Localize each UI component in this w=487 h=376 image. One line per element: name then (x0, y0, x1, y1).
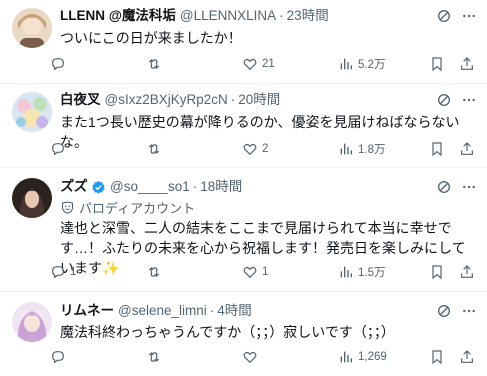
bookmark-button[interactable] (429, 264, 445, 280)
heart-icon (243, 351, 257, 364)
separator-dot: · (209, 303, 215, 318)
share-icon (461, 57, 473, 70)
repost-button[interactable] (146, 349, 242, 365)
post-time[interactable]: 4時間 (217, 301, 252, 321)
separator-dot: · (192, 179, 198, 194)
views-button[interactable]: 5.2万 (338, 56, 434, 72)
separator-dot: · (230, 92, 236, 107)
more-icon[interactable] (460, 179, 477, 196)
reply-icon (52, 351, 64, 364)
view-count: 1.5万 (358, 267, 386, 279)
reply-icon (52, 58, 64, 71)
post-2[interactable]: 白夜叉 @sIxz2BXjKyRp2cN · 20時間 また1つ長い歴史の幕が降… (0, 84, 487, 168)
share-icon (461, 350, 473, 363)
repost-icon (148, 352, 160, 362)
grok-icon[interactable] (435, 303, 452, 320)
like-count: 21 (262, 58, 275, 70)
repost-icon (148, 267, 160, 277)
views-icon (340, 143, 352, 155)
views-icon (340, 351, 352, 363)
like-button[interactable]: 2 (242, 141, 338, 157)
views-button[interactable]: 1.8万 (338, 141, 434, 157)
views-icon (340, 266, 352, 278)
share-button[interactable] (459, 56, 475, 72)
reply-button[interactable] (50, 141, 146, 157)
bookmark-button[interactable] (429, 349, 445, 365)
heart-icon (243, 58, 257, 71)
separator-dot: · (279, 8, 284, 23)
more-icon[interactable] (460, 92, 477, 109)
views-button[interactable]: 1,269 (338, 349, 434, 365)
verified-badge-icon (92, 180, 105, 194)
reply-button[interactable] (50, 349, 146, 365)
post-3[interactable]: ス゚ス゚ @so____so1 · 18時間 パロディアカウント 達也と深雪、二… (0, 168, 487, 292)
repost-button[interactable] (146, 264, 242, 280)
author-handle[interactable]: @LLENNXLINA (180, 6, 276, 26)
share-button[interactable] (459, 349, 475, 365)
views-button[interactable]: 1.5万 (338, 264, 434, 280)
author-name[interactable]: ス゚ス゚ (60, 177, 87, 197)
bookmark-button[interactable] (429, 141, 445, 157)
bookmark-icon (432, 142, 442, 157)
bookmark-icon (432, 57, 442, 72)
heart-icon (243, 143, 257, 156)
grok-icon[interactable] (435, 8, 452, 25)
grok-icon[interactable] (435, 179, 452, 196)
bookmark-icon (432, 350, 442, 365)
avatar[interactable] (12, 92, 52, 132)
repost-icon (148, 144, 160, 154)
theater-mask-icon (60, 200, 75, 215)
bookmark-icon (432, 265, 442, 280)
repost-button[interactable] (146, 56, 242, 72)
repost-button[interactable] (146, 141, 242, 157)
reply-count: 1 (70, 266, 77, 278)
like-button[interactable] (242, 349, 338, 365)
post-time[interactable]: 20時間 (238, 90, 280, 110)
reply-button[interactable] (50, 56, 146, 72)
share-icon (461, 142, 473, 155)
more-icon[interactable] (460, 303, 477, 320)
avatar[interactable] (12, 8, 52, 48)
post-time[interactable]: 18時間 (200, 177, 242, 197)
grok-icon[interactable] (435, 92, 452, 109)
reply-button[interactable]: 1 (50, 264, 146, 280)
author-handle[interactable]: @sIxz2BXjKyRp2cN (105, 90, 228, 110)
repost-icon (148, 59, 160, 69)
share-button[interactable] (459, 141, 475, 157)
avatar[interactable] (12, 302, 52, 342)
like-button[interactable]: 21 (242, 56, 338, 72)
more-icon[interactable] (460, 8, 477, 25)
post-1[interactable]: LLENN @魔法科垢 @LLENNXLINA · 23時間 ついにこの日が来ま… (0, 0, 487, 84)
parody-label: パロディアカウント (79, 200, 196, 216)
author-handle[interactable]: @so____so1 (110, 177, 190, 197)
post-text: ついにこの日が来ましたか！ (60, 30, 242, 46)
like-count: 2 (262, 143, 269, 155)
author-name[interactable]: リムネー (60, 301, 114, 321)
views-icon (340, 58, 352, 70)
share-button[interactable] (459, 264, 475, 280)
post-4[interactable]: リムネー @selene_limni · 4時間 魔法科終わっちゃうんですか（；… (0, 292, 487, 376)
author-name[interactable]: LLENN @魔法科垢 (60, 6, 176, 26)
like-button[interactable]: 1 (242, 264, 338, 280)
reply-icon (52, 266, 64, 279)
like-count: 1 (262, 266, 269, 278)
author-handle[interactable]: @selene_limni (118, 301, 207, 321)
reply-icon (52, 143, 64, 156)
bookmark-button[interactable] (429, 56, 445, 72)
view-count: 5.2万 (358, 59, 386, 71)
post-text: 魔法科終わっちゃうんですか（；；）寂しいです（；；） (60, 324, 395, 340)
post-time[interactable]: 23時間 (287, 6, 329, 26)
author-name[interactable]: 白夜叉 (60, 90, 101, 110)
view-count: 1,269 (358, 351, 387, 363)
view-count: 1.8万 (358, 144, 386, 156)
avatar[interactable] (12, 178, 52, 218)
heart-icon (243, 266, 257, 279)
share-icon (461, 265, 473, 278)
